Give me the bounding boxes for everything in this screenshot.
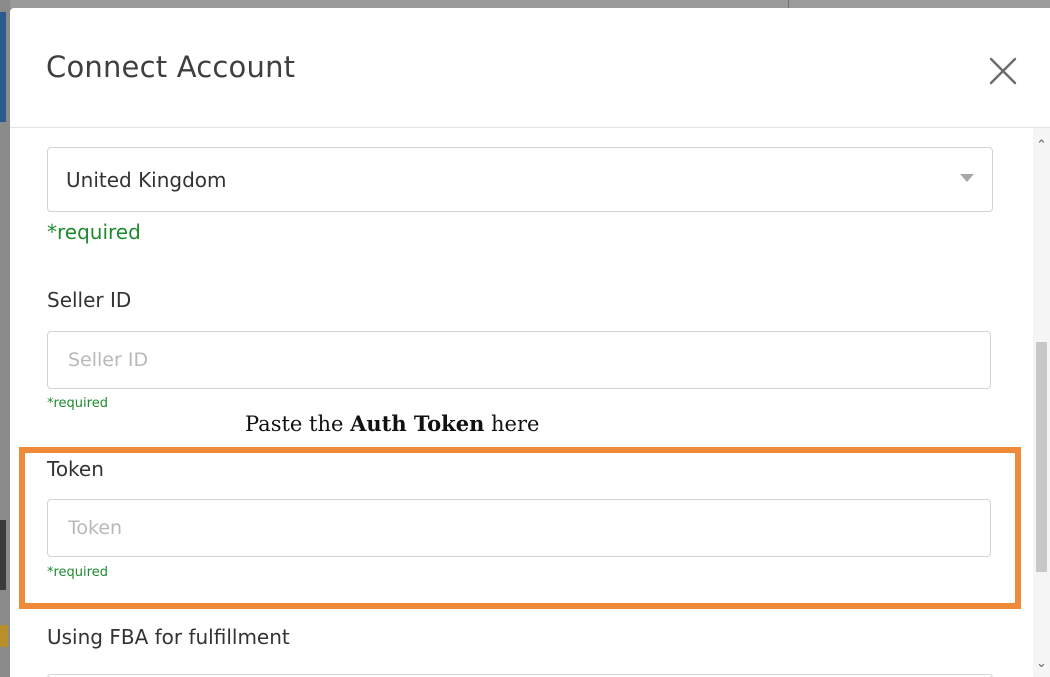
scroll-up-icon[interactable]: ⌃ bbox=[1036, 138, 1047, 153]
token-label: Token bbox=[47, 457, 104, 481]
modal-scrollbar[interactable]: ⌃ ⌄ bbox=[1033, 128, 1050, 677]
marketplace-select[interactable]: United Kingdom bbox=[47, 147, 993, 212]
annotation-bold: Auth Token bbox=[350, 411, 485, 436]
chevron-down-icon bbox=[960, 174, 974, 182]
fba-label: Using FBA for fulfillment bbox=[47, 625, 290, 649]
seller-id-input[interactable] bbox=[47, 331, 991, 389]
token-input[interactable] bbox=[47, 499, 991, 557]
connect-account-modal: Connect Account United Kingdom *required… bbox=[10, 8, 1050, 677]
scroll-thumb[interactable] bbox=[1036, 342, 1047, 572]
marketplace-required-hint: *required bbox=[47, 220, 141, 244]
scroll-down-icon[interactable]: ⌄ bbox=[1036, 656, 1047, 671]
annotation-suffix: here bbox=[484, 412, 540, 436]
annotation-prefix: Paste the bbox=[245, 412, 351, 436]
modal-title: Connect Account bbox=[46, 50, 296, 84]
close-icon bbox=[989, 57, 1017, 85]
token-annotation: Paste the Auth Token here bbox=[245, 411, 539, 436]
modal-header: Connect Account bbox=[10, 8, 1050, 128]
close-button[interactable] bbox=[986, 54, 1020, 88]
marketplace-select-value: United Kingdom bbox=[66, 168, 227, 192]
background-gold-block bbox=[0, 625, 8, 647]
token-required-hint: *required bbox=[47, 565, 108, 580]
seller-id-label: Seller ID bbox=[47, 288, 132, 312]
background-blue-accent bbox=[0, 12, 6, 122]
seller-id-required-hint: *required bbox=[47, 396, 108, 411]
modal-body: United Kingdom *required Seller ID *requ… bbox=[10, 128, 1050, 677]
background-dark-block bbox=[0, 520, 6, 590]
